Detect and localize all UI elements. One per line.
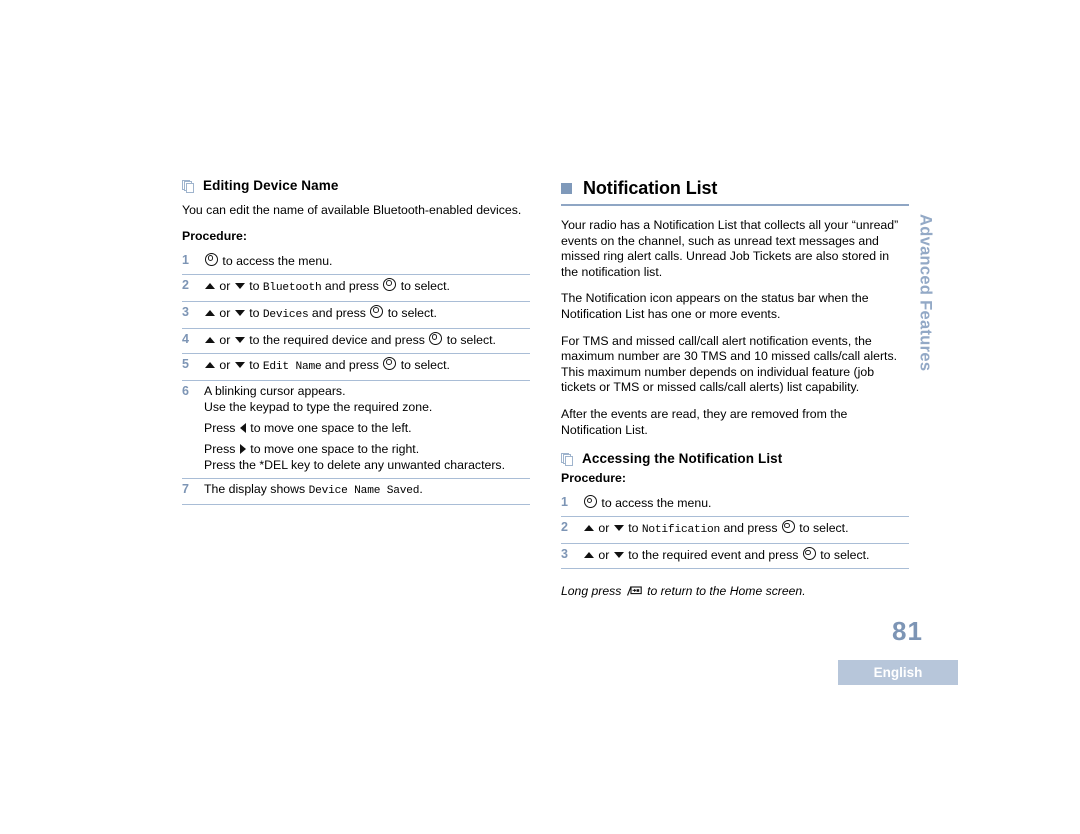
display-text: Bluetooth [262,281,322,294]
step-number: 1 [561,495,568,510]
arrow-down-icon [234,361,245,368]
menu-button-icon [205,252,218,266]
step-line: Press to move one space to the right. [204,441,420,456]
procedure-step: 4 or to the required device and press to… [182,329,530,354]
arrow-down-icon [234,336,245,343]
display-text: Notification [641,524,721,537]
step-number: 4 [182,331,189,346]
body-paragraph: After the events are read, they are remo… [561,406,848,437]
arrow-up-icon [584,525,594,532]
procedure-step: 6 A blinking cursor appears. Use the keypa… [182,381,530,479]
heading-rule [561,204,909,206]
right-heading: Notification List [561,178,909,202]
procedure-step: 7 The display shows Device Name Saved. [182,479,530,505]
arrow-down-icon [234,309,245,316]
right-column: Notification List Your radio has a Notif… [561,178,909,599]
step-number: 1 [182,252,189,267]
left-column: Editing Device Name You can edit the nam… [182,178,530,505]
step-line: Use the keypad to type the required zone… [204,399,433,414]
step-line: Press the *DEL key to delete any unwante… [204,457,505,472]
language-badge-label: English [873,665,923,680]
arrow-up-icon [205,309,215,316]
step-line: A blinking cursor appears. [204,383,346,398]
right-procedure-steps: 1 to access the menu. 2 or to Notificatio… [561,492,909,570]
body-paragraph: The Notification icon appears on the sta… [561,291,869,321]
step-text: or to Notification and press to select. [583,519,909,538]
side-tab: Advanced Features [905,214,945,414]
left-procedure-steps: 1 to access the menu. 2 or to Bluetooth a… [182,250,530,505]
arrow-up-icon [584,552,594,559]
right-paragraphs: Your radio has a Notification List that … [561,218,909,438]
menu-button-icon [429,331,443,345]
left-heading: Editing Device Name [182,178,530,194]
menu-button-icon [802,547,816,561]
procedure-step: 1 to access the menu. [182,250,530,275]
right-procedure-label: Procedure: [561,471,626,486]
left-heading-label: Editing Device Name [203,178,339,193]
procedure-step: 1 to access the menu. [561,492,909,518]
display-text: Devices [262,308,309,321]
right-subheading-label: Accessing the Notification List [582,451,783,467]
display-text: Device Name Saved [308,484,420,497]
procedure-step: 2 or to Notification and press to select… [561,517,909,545]
step-number: 7 [182,481,189,496]
arrow-left-icon [239,422,246,433]
step-number: 5 [182,356,189,371]
step-text: A blinking cursor appears. Use the keypad… [204,383,530,473]
arrow-down-icon [234,282,245,289]
arrow-right-icon [239,443,246,454]
square-bullet-icon [561,183,572,194]
step-number: 2 [561,520,568,535]
left-intro-text: You can edit the name of available Bluet… [182,203,522,217]
procedure-step: 2 or to Bluetooth and press to select. [182,275,530,302]
page-number: 81 [892,616,923,646]
step-text: or to the required event and press to se… [583,546,909,563]
step-number: 2 [182,277,189,292]
side-tab-label: Advanced Features [916,214,935,372]
step-text: or to Edit Name and press to select. [204,356,530,375]
menu-button-icon [584,495,597,509]
procedure-step: 5 or to Edit Name and press to select. [182,354,530,381]
right-subheading: Accessing the Notification List [561,451,909,467]
manual-page: Editing Device Name You can edit the nam… [0,0,1080,834]
step-text: or to the required device and press to s… [204,331,530,348]
arrow-up-icon [205,361,215,368]
procedure-step: 3 or to the required event and press to … [561,544,909,570]
body-paragraph: For TMS and missed call/call alert notif… [561,333,898,395]
step-text: or to Bluetooth and press to select. [204,277,530,296]
arrow-down-icon [613,552,624,559]
arrow-down-icon [613,525,624,532]
step-text: to access the menu. [583,494,909,511]
stacked-pages-icon [561,453,574,467]
menu-button-icon [370,304,384,318]
step-text: to access the menu. [204,252,530,269]
right-heading-label: Notification List [583,178,718,198]
home-button-icon [626,585,642,596]
stacked-pages-icon [182,180,195,194]
home-screen-note: Long press to return to the Home screen. [561,584,806,599]
step-number: 6 [182,383,189,398]
menu-button-icon [781,520,795,534]
language-badge: English [838,660,958,685]
body-paragraph: Your radio has a Notification List that … [561,218,899,279]
menu-button-icon [383,277,397,291]
step-line: Press to move one space to the left. [204,420,412,435]
step-text: The display shows Device Name Saved. [204,481,423,497]
procedure-step: 3 or to Devices and press to select. [182,302,530,329]
display-text: Edit Name [262,360,322,373]
menu-button-icon [383,356,397,370]
step-number: 3 [182,304,189,319]
arrow-up-icon [205,336,215,343]
step-text: or to Devices and press to select. [204,304,530,323]
step-number: 3 [561,547,568,562]
left-procedure-label: Procedure: [182,228,247,243]
arrow-up-icon [205,282,215,289]
